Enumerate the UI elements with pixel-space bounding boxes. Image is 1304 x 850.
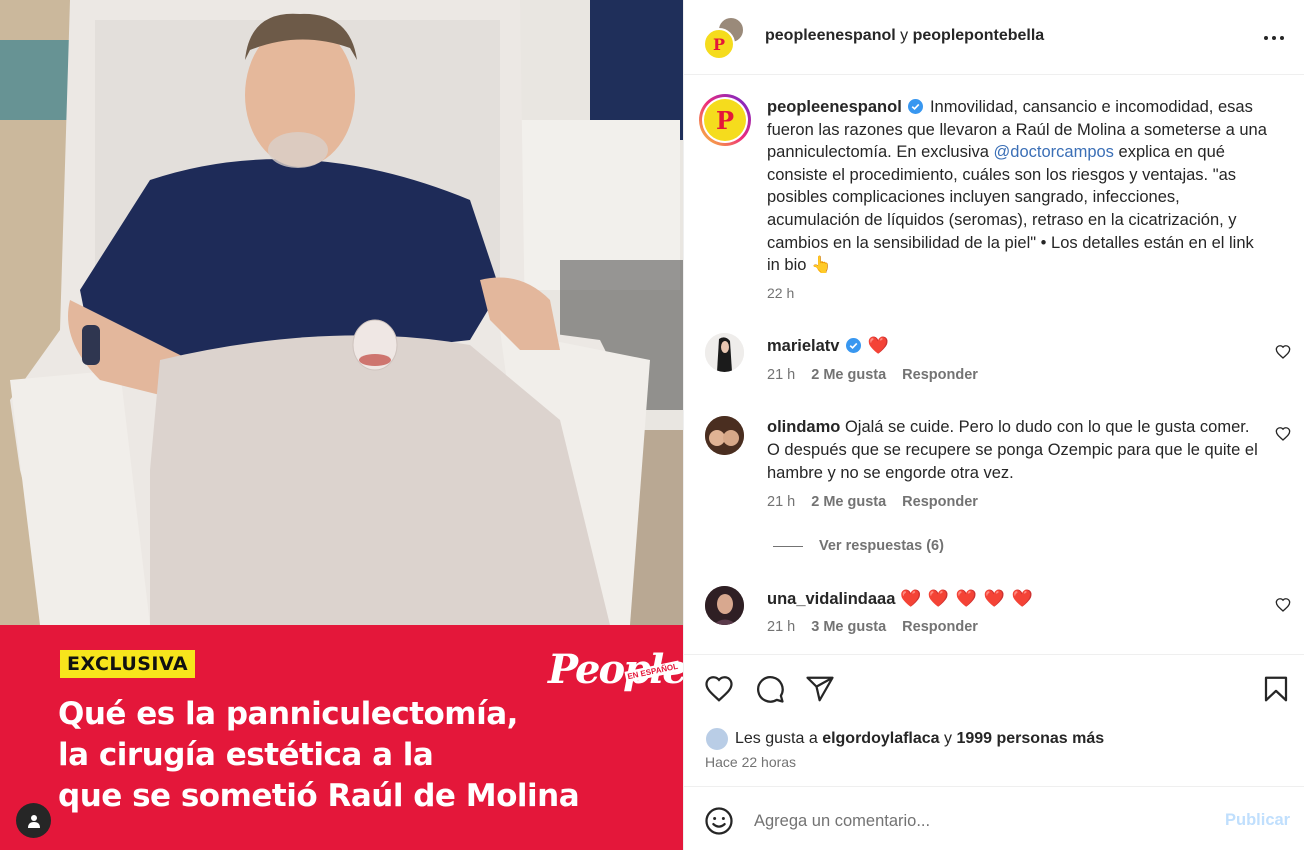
comment-likes[interactable]: 2 Me gusta bbox=[811, 494, 886, 510]
post-image[interactable]: EXCLUSIVA People EN ESPAÑOL Qué es la pa… bbox=[0, 0, 683, 850]
comment-meta: 21 h 3 Me gusta Responder bbox=[767, 619, 978, 635]
post-authors: peopleenespanol y peoplepontebella bbox=[765, 27, 1044, 45]
likes-joiner: y bbox=[944, 730, 953, 747]
add-comment-bar: Publicar bbox=[684, 786, 1304, 850]
more-icon bbox=[1264, 36, 1284, 40]
photo-illustration bbox=[0, 0, 683, 625]
heart-icon[interactable] bbox=[704, 674, 734, 704]
more-options-button[interactable] bbox=[1262, 26, 1286, 50]
authors-joiner: y bbox=[900, 27, 909, 44]
avatar[interactable] bbox=[705, 333, 744, 372]
heart-icon[interactable] bbox=[1275, 597, 1291, 613]
post-header: P peopleenespanol y peoplepontebella bbox=[684, 0, 1304, 75]
likes-others[interactable]: 1999 personas más bbox=[956, 730, 1104, 748]
comment-content: ❤️ bbox=[867, 336, 890, 355]
comment-username[interactable]: marielatv bbox=[767, 337, 839, 355]
post-caption: peopleenespanol Inmovilidad, cansancio e… bbox=[767, 96, 1267, 277]
view-replies-button[interactable]: Ver respuestas (6) bbox=[773, 538, 944, 554]
comment-meta: 21 h 2 Me gusta Responder bbox=[767, 367, 978, 383]
comment-content: ❤️ ❤️ ❤️ ❤️ ❤️ bbox=[899, 589, 1034, 608]
comment-meta: 21 h 2 Me gusta Responder bbox=[767, 494, 978, 510]
exclusive-tag: EXCLUSIVA bbox=[60, 650, 196, 678]
verified-icon bbox=[908, 99, 924, 114]
comment-input[interactable] bbox=[754, 807, 1204, 835]
share-icon[interactable] bbox=[805, 674, 835, 704]
comment-likes[interactable]: 2 Me gusta bbox=[811, 367, 886, 383]
headline-line: la cirugía estética a la bbox=[58, 737, 434, 773]
reply-button[interactable]: Responder bbox=[902, 367, 978, 383]
mention-link[interactable]: @doctorcampos bbox=[994, 143, 1114, 161]
likes-summary: Les gusta a elgordoylaflaca y 1999 perso… bbox=[705, 727, 1104, 751]
post-time[interactable]: Hace 22 horas bbox=[705, 754, 796, 770]
heart-icon[interactable] bbox=[1275, 344, 1291, 360]
publish-button[interactable]: Publicar bbox=[1225, 811, 1290, 830]
comment-time[interactable]: 21 h bbox=[767, 494, 795, 510]
avatar-peopleenespanol[interactable]: P bbox=[703, 28, 735, 60]
comment-text: olindamo Ojalá se cuide. Pero lo dudo co… bbox=[767, 416, 1262, 485]
comment-username[interactable]: una_vidalindaaa bbox=[767, 590, 895, 608]
comment-time[interactable]: 21 h bbox=[767, 367, 795, 383]
caption-username[interactable]: peopleenespanol bbox=[767, 98, 902, 116]
tagged-users-button[interactable] bbox=[16, 803, 51, 838]
comment-text: una_vidalindaaa ❤️ ❤️ ❤️ ❤️ ❤️ bbox=[767, 587, 1262, 611]
likes-prefix: Les gusta a bbox=[735, 730, 818, 747]
avatar[interactable] bbox=[705, 727, 729, 751]
collaborator-username[interactable]: peoplepontebella bbox=[913, 27, 1045, 44]
caption-avatar[interactable]: P bbox=[699, 94, 751, 146]
post-details-panel: P peopleenespanol y peoplepontebella P p… bbox=[683, 0, 1304, 850]
comment-icon[interactable] bbox=[755, 674, 785, 704]
collab-avatars[interactable]: P bbox=[703, 16, 747, 60]
post-actions: Les gusta a elgordoylaflaca y 1999 perso… bbox=[684, 654, 1304, 786]
verified-icon bbox=[846, 338, 862, 353]
avatar[interactable] bbox=[705, 416, 744, 455]
reply-button[interactable]: Responder bbox=[902, 619, 978, 635]
emoji-icon[interactable] bbox=[704, 806, 734, 836]
likes-user[interactable]: elgordoylaflaca bbox=[822, 730, 939, 748]
comments-section[interactable]: P peopleenespanol Inmovilidad, cansancio… bbox=[684, 76, 1304, 654]
comment-likes[interactable]: 3 Me gusta bbox=[811, 619, 886, 635]
bookmark-icon[interactable] bbox=[1261, 674, 1291, 704]
view-replies-label: Ver respuestas (6) bbox=[819, 538, 944, 554]
owner-username[interactable]: peopleenespanol bbox=[765, 27, 896, 44]
replies-divider bbox=[773, 545, 803, 547]
image-headline: Qué es la panniculectomía, la cirugía es… bbox=[58, 694, 658, 817]
reply-button[interactable]: Responder bbox=[902, 494, 978, 510]
caption-time[interactable]: 22 h bbox=[767, 285, 794, 301]
headline-line: que se sometió Raúl de Molina bbox=[58, 778, 580, 814]
heart-icon[interactable] bbox=[1275, 426, 1291, 442]
caption-text-cont: explica en qué consiste el procedimiento… bbox=[767, 143, 1254, 275]
user-icon bbox=[27, 814, 40, 828]
avatar[interactable] bbox=[705, 586, 744, 625]
comment-content: Ojalá se cuide. Pero lo dudo con lo que … bbox=[767, 418, 1258, 482]
headline-line: Qué es la panniculectomía, bbox=[58, 696, 518, 732]
comment-time[interactable]: 21 h bbox=[767, 619, 795, 635]
comment-text: marielatv ❤️ bbox=[767, 334, 1262, 358]
comment-username[interactable]: olindamo bbox=[767, 418, 840, 436]
